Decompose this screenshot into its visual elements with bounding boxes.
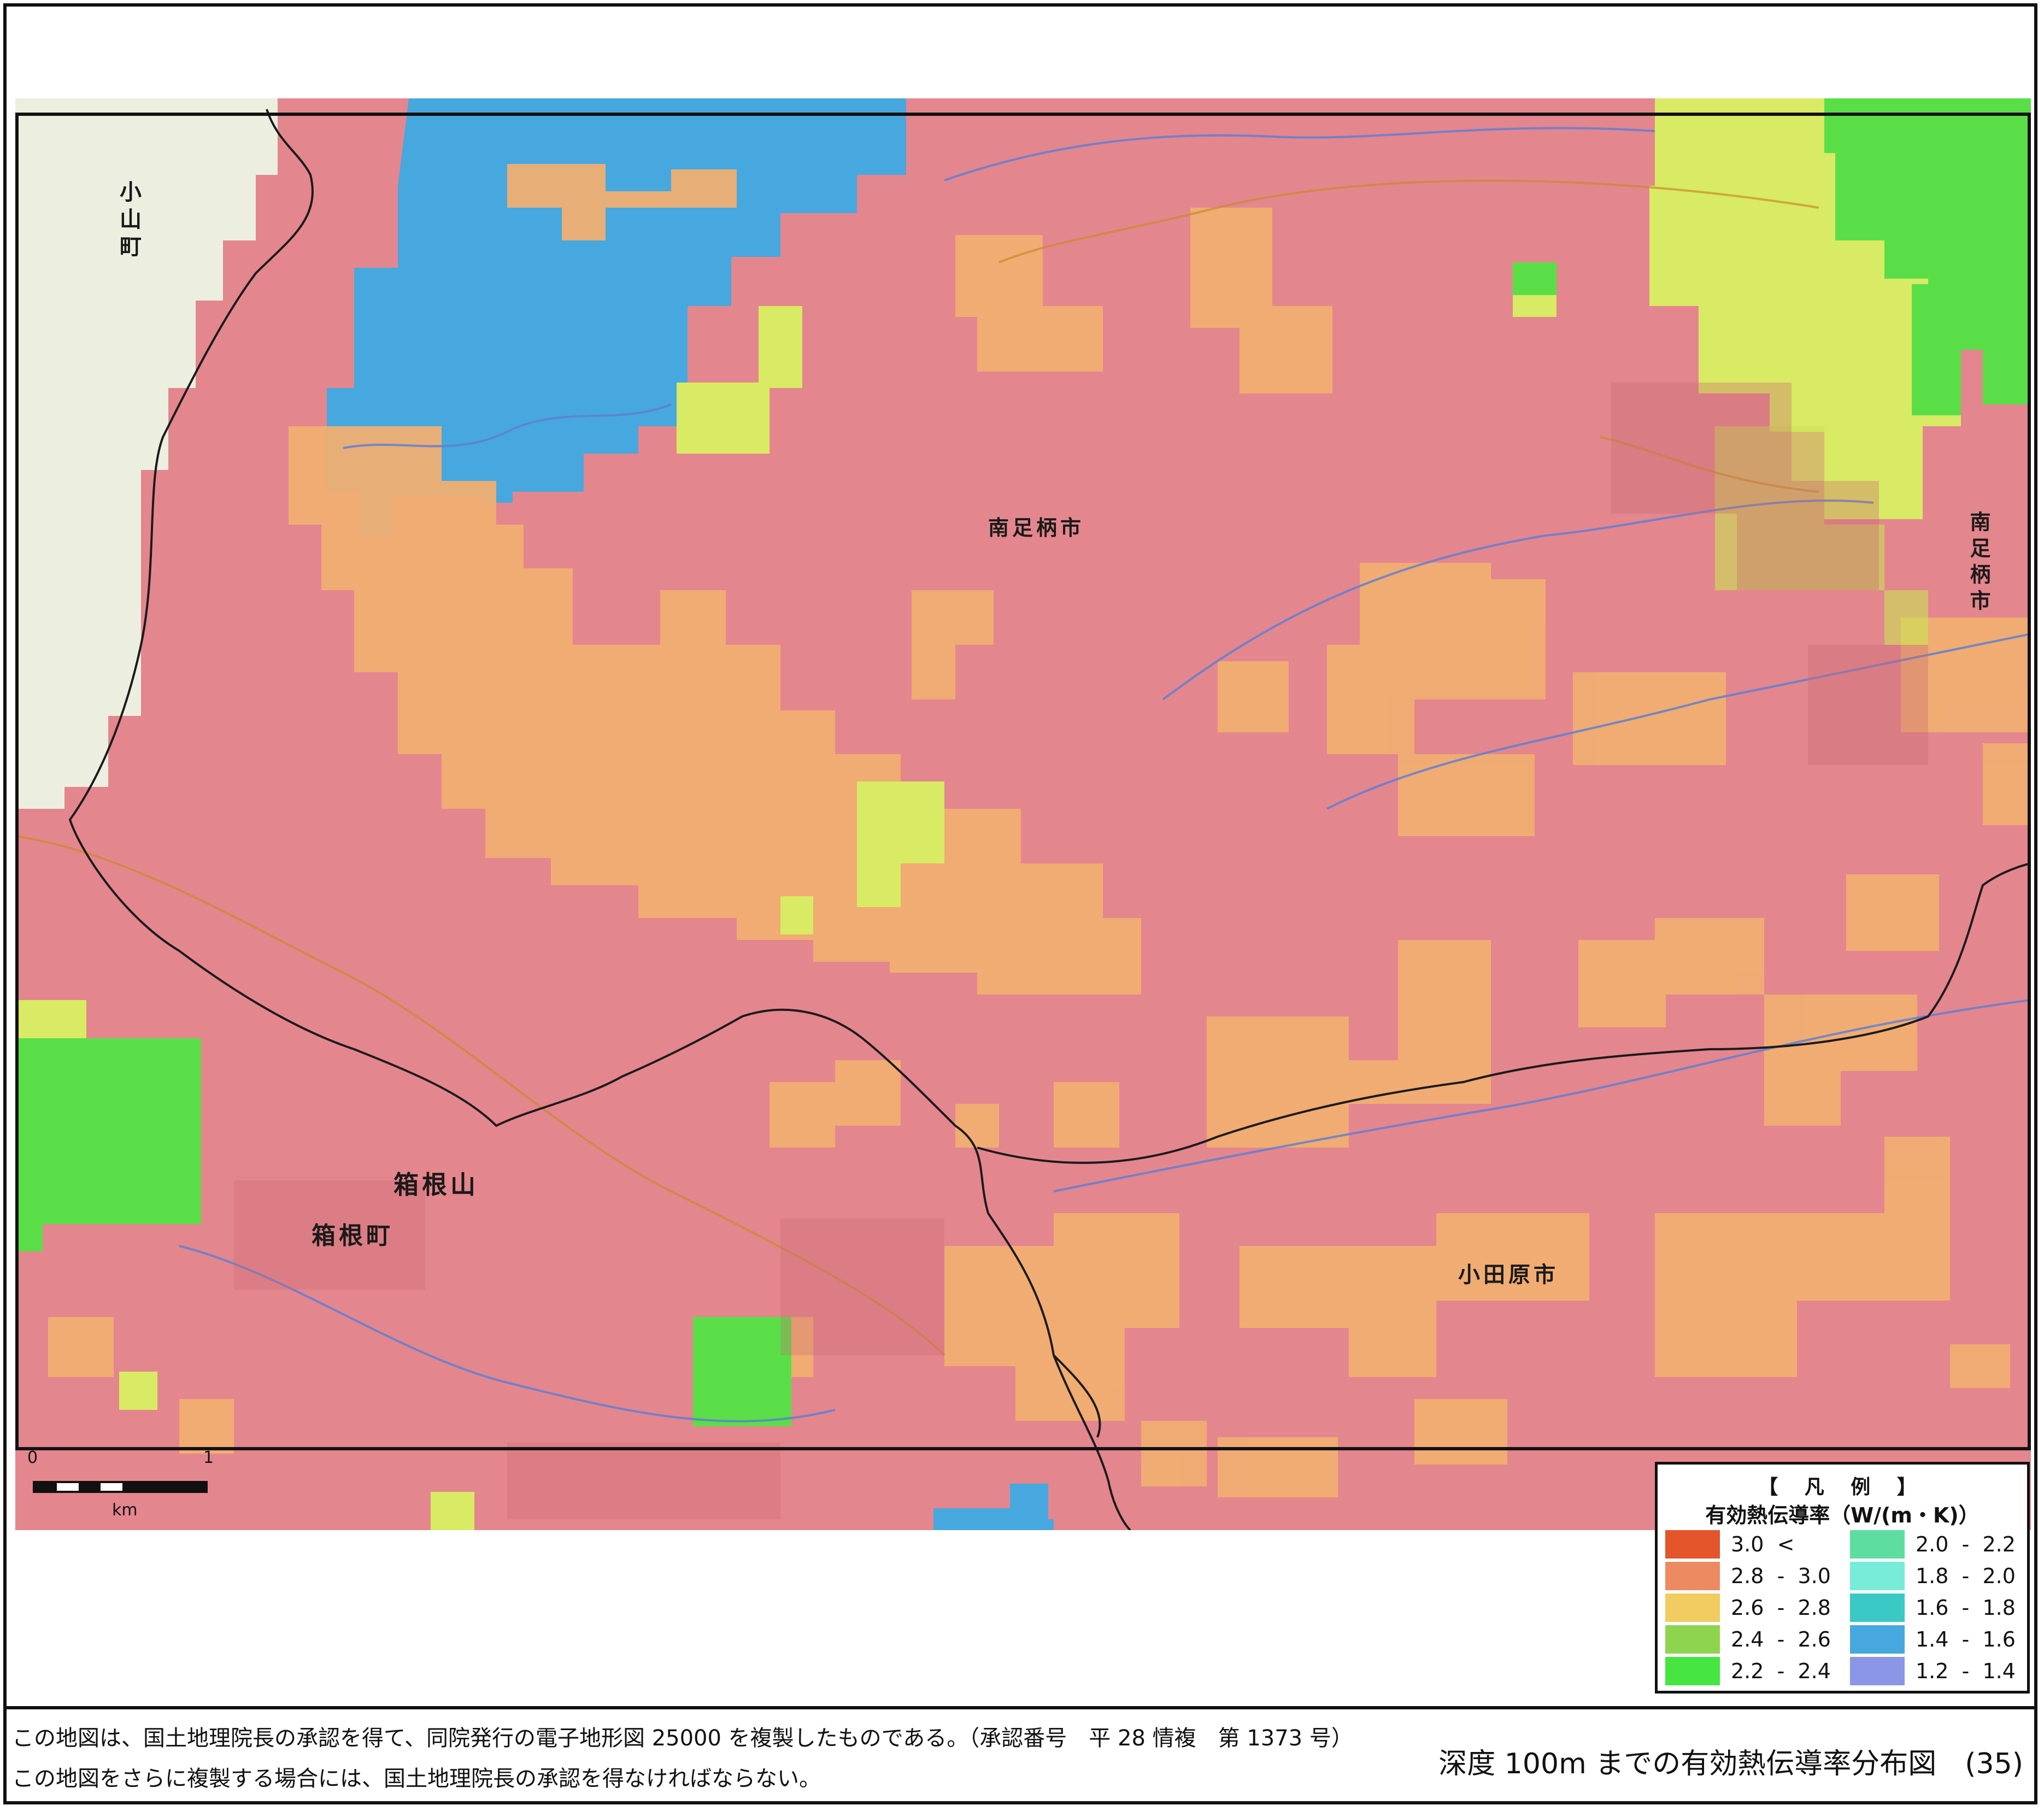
legend-item: 2.2 - 2.4 xyxy=(1665,1657,1846,1685)
legend-item: 2.6 - 2.8 xyxy=(1665,1594,1846,1622)
legend-subtitle: 有効熱伝導率（W/(m・K)） xyxy=(1705,1503,1980,1527)
footer-divider xyxy=(3,1706,2037,1709)
place-label-hakonemachi: 箱根町 xyxy=(312,1222,393,1250)
scale-bar-track xyxy=(33,1481,208,1493)
neatline-left xyxy=(15,113,19,1450)
legend-range: 1.8 - 2.0 xyxy=(1916,1564,2016,1588)
scale-bar: 0 1 km xyxy=(22,1448,219,1525)
neatline-top xyxy=(15,113,2031,116)
legend-swatch xyxy=(1850,1562,1905,1590)
place-label-hakoneyama: 箱根山 xyxy=(393,1170,479,1200)
legend-swatch xyxy=(1850,1594,1905,1622)
map-title: 深度 100m までの有効熱伝導率分布図 (35) xyxy=(1438,1748,2023,1780)
legend-title: 【 凡 例 】 xyxy=(1758,1476,1926,1498)
legend-item: 2.0 - 2.2 xyxy=(1850,1530,2030,1559)
place-label-odawara: 小田原市 xyxy=(1458,1262,1559,1287)
legend-swatch xyxy=(1850,1530,1905,1559)
legend-item: 3.0 < xyxy=(1665,1530,1846,1559)
place-label-minamiashigara: 南足柄市 xyxy=(988,516,1085,540)
scale-start-label: 0 xyxy=(27,1448,38,1467)
scale-bar-segment xyxy=(35,1483,57,1491)
legend-range: 1.2 - 1.4 xyxy=(1916,1659,2016,1683)
legend-range: 1.4 - 1.6 xyxy=(1916,1627,2016,1651)
legend-range: 2.2 - 2.4 xyxy=(1731,1659,1831,1683)
legend-range: 2.8 - 3.0 xyxy=(1731,1564,1831,1588)
legend-item: 1.8 - 2.0 xyxy=(1850,1562,2030,1590)
low-conductivity-zone-south-top xyxy=(1010,1484,1048,1519)
map-canvas xyxy=(15,98,2031,1530)
scale-bar-segment xyxy=(122,1483,205,1491)
legend-range: 1.6 - 1.8 xyxy=(1916,1596,2016,1620)
legend-item: 1.4 - 1.6 xyxy=(1850,1625,2030,1654)
legend-swatch xyxy=(1665,1562,1720,1590)
legend-range: 2.4 - 2.6 xyxy=(1731,1627,1831,1651)
legend-swatch xyxy=(1665,1625,1720,1654)
legend-swatch xyxy=(1665,1657,1720,1685)
legend-item: 2.4 - 2.6 xyxy=(1665,1625,1846,1654)
scale-bar-segment xyxy=(79,1483,101,1491)
scale-end-label: 1 xyxy=(203,1448,214,1467)
legend-range: 2.0 - 2.2 xyxy=(1916,1532,2016,1556)
neatline-right xyxy=(2028,113,2031,1450)
legend-swatch xyxy=(1665,1530,1720,1559)
scale-unit-label: km xyxy=(112,1501,138,1520)
footer-reproduction-note: この地図をさらに複製する場合には、国土地理院長の承認を得なければならない。 xyxy=(12,1766,821,1791)
legend-range: 3.0 < xyxy=(1731,1532,1795,1556)
legend-swatch xyxy=(1850,1657,1905,1685)
conductivity-map[interactable]: 小山町 南足柄市 南足柄市 箱根山 箱根町 小田原市 xyxy=(15,98,2031,1530)
legend: 【 凡 例 】 有効熱伝導率（W/(m・K)） 3.0 < 2.8 - 3.0 … xyxy=(1655,1462,2030,1694)
legend-range: 2.6 - 2.8 xyxy=(1731,1596,1831,1620)
legend-item: 2.8 - 3.0 xyxy=(1665,1562,1846,1590)
place-label-minamiashigara-edge: 南足柄市 xyxy=(1966,511,1990,616)
neatline-bottom xyxy=(15,1447,2031,1450)
footer-copyright-note: この地図は、国土地理院長の承認を得て、同院発行の電子地形図 25000 を複製し… xyxy=(12,1726,1353,1751)
legend-item: 1.2 - 1.4 xyxy=(1850,1657,2030,1685)
legend-item: 1.6 - 1.8 xyxy=(1850,1594,2030,1622)
legend-swatch xyxy=(1850,1625,1905,1654)
place-label-oyama: 小山町 xyxy=(116,180,141,262)
legend-swatch xyxy=(1665,1594,1720,1622)
